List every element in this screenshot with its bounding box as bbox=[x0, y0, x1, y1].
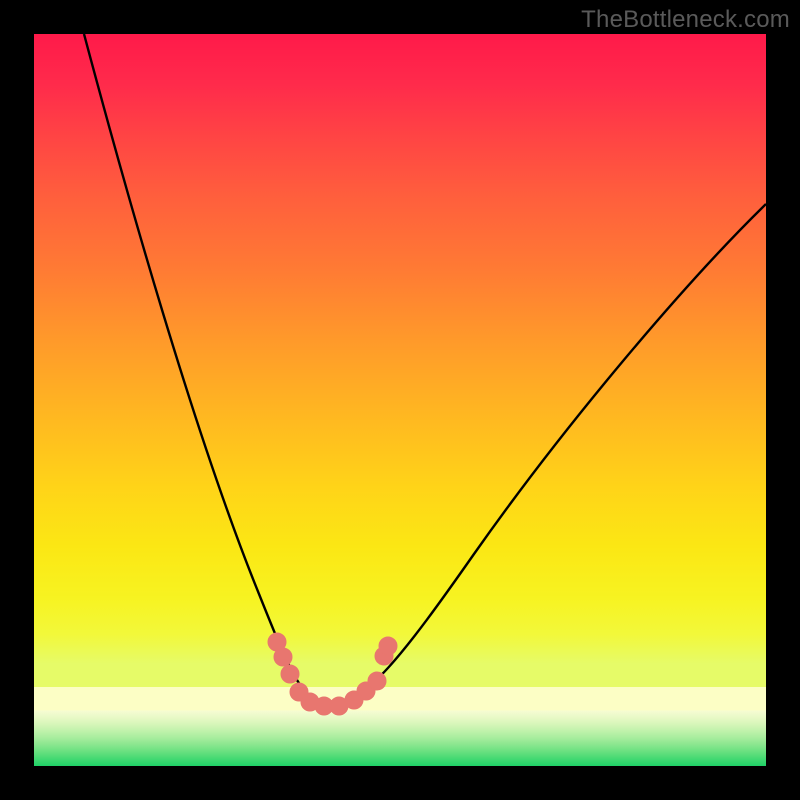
curve-path bbox=[84, 34, 766, 706]
bottleneck-curve bbox=[34, 34, 766, 766]
chart-frame: TheBottleneck.com bbox=[0, 0, 800, 800]
plot-area bbox=[34, 34, 766, 766]
highlight-dots bbox=[268, 633, 397, 715]
watermark-text: TheBottleneck.com bbox=[581, 6, 790, 34]
